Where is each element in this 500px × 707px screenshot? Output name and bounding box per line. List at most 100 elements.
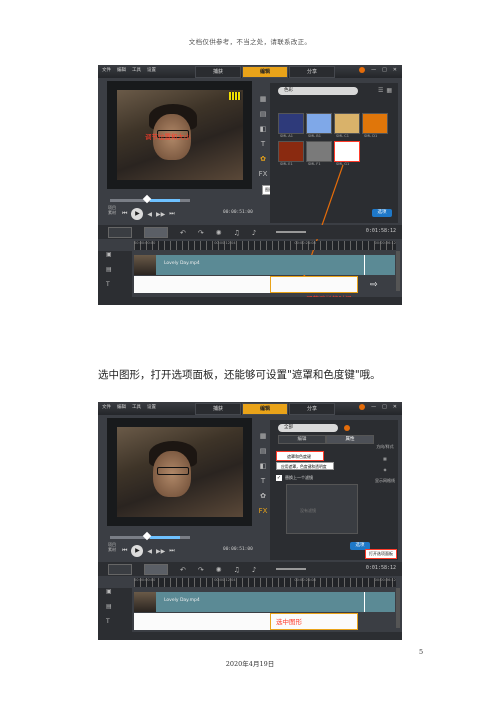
panel-tabs: 编辑 属性	[278, 435, 374, 444]
storyboard-view-button[interactable]	[108, 227, 132, 238]
video-track-icon[interactable]: ▣	[98, 251, 132, 266]
editor-screenshot-2: 文件 编辑 工具 设置 捕获 编辑 分享 — □ ✕ 项目 素材 ⏮ ▶ ◀ ▶…	[98, 402, 402, 640]
replace-filter-row: ✓ 替换上一个滤镜	[276, 475, 313, 481]
menu-settings[interactable]: 设置	[147, 404, 156, 410]
video-clip[interactable]: Lovely Day.mp4	[134, 592, 364, 612]
prev-frame-icon[interactable]: ◀	[147, 548, 152, 555]
editor-screenshot-1: 文件 编辑 工具 设置 捕获 编辑 分享 — □ ✕ 调节位置和大小 项目 素材	[98, 65, 402, 305]
timeline-view-button[interactable]	[144, 227, 168, 238]
mode-clip[interactable]: 素材	[108, 547, 116, 552]
clip-label: Lovely Day.mp4	[164, 261, 200, 266]
next-frame-icon[interactable]: ▶▶	[156, 548, 165, 555]
zoom-slider[interactable]	[276, 568, 306, 570]
undo-icon[interactable]: ↶	[180, 566, 186, 574]
ruler-label: 00:00:00:00	[134, 578, 156, 582]
footer-date: 2020年4月19日	[225, 660, 275, 668]
replace-filter-checkbox[interactable]: ✓	[276, 475, 282, 481]
timeline-toolbar: ↶ ↷ ✺ ♫ ♪ 0:01:58:12	[98, 225, 402, 239]
video-clip-tail[interactable]	[364, 255, 395, 275]
direction-style-controls: 方向/样式 ▦ ◈ 显示网格线	[374, 444, 396, 544]
ruler-labels: 00:00:00:00 00:00:12:04 00:00:24:08 00:0…	[134, 241, 396, 245]
record-icon[interactable]: ✺	[216, 229, 222, 237]
filter-list	[286, 484, 358, 534]
align-grid-icon[interactable]: ▦	[374, 456, 396, 461]
mask-chroma-key-button[interactable]: 遮罩和色度键	[276, 451, 324, 461]
tab-attribute[interactable]: 属性	[326, 435, 374, 444]
title-track-icon[interactable]: T	[98, 281, 132, 296]
clip-thumbnail	[134, 255, 156, 275]
redo-icon[interactable]: ↷	[198, 229, 204, 237]
ruler-label: 00:00:24:08	[294, 241, 316, 245]
panel-select[interactable]: 全部	[278, 424, 338, 432]
align-center-icon[interactable]: ◈	[374, 467, 396, 472]
menu-edit[interactable]: 编辑	[117, 404, 126, 410]
close-button[interactable]: ✕	[393, 404, 397, 410]
header-note: 文档仅供参考，不当之处，请联系改正。	[188, 38, 312, 46]
storyboard-view-button[interactable]	[108, 564, 132, 575]
media-icon[interactable]: ▦	[255, 432, 271, 440]
video-track-icon[interactable]: ▣	[98, 588, 132, 603]
instant-project-icon[interactable]: ▤	[255, 447, 271, 455]
replace-filter-label: 替换上一个滤镜	[285, 475, 313, 480]
timeline-scrollbar[interactable]	[396, 588, 400, 628]
to-start-icon[interactable]: ⏮	[122, 547, 127, 555]
step-capture[interactable]: 捕获	[195, 403, 241, 415]
maximize-button[interactable]: □	[382, 404, 387, 410]
timeline-scrollbar[interactable]	[396, 251, 400, 291]
video-frame[interactable]	[117, 427, 243, 517]
graphic-icon[interactable]: ✿	[255, 492, 271, 500]
trim-range[interactable]	[150, 536, 180, 539]
filter-icon[interactable]: FX	[255, 507, 271, 515]
help-icon[interactable]	[359, 404, 366, 410]
overlay-track-icon[interactable]: ▤	[98, 603, 132, 618]
ruler-labels: 00:00:00:00 00:00:12:04 00:00:24:08 00:0…	[134, 578, 396, 582]
mask-tooltip: 应用遮罩，色度键和透明度	[276, 462, 334, 470]
overlay-clip[interactable]	[134, 613, 271, 630]
minimize-button[interactable]: —	[371, 404, 376, 410]
direction-label: 方向/样式	[376, 444, 394, 449]
overlay-clip[interactable]	[134, 276, 271, 293]
tab-edit[interactable]: 编辑	[278, 435, 326, 444]
timeline-view-button[interactable]	[144, 564, 168, 575]
title-bar: 文件 编辑 工具 设置 捕获 编辑 分享 — □ ✕	[98, 402, 402, 415]
transition-icon[interactable]: ◧	[255, 462, 271, 470]
ruler-label: 00:00:24:08	[294, 578, 316, 582]
ruler-label: 00:00:00:00	[134, 241, 156, 245]
page-caption: 选中图形，打开选项面板，还能够可设置"遮罩和色度键"哦。	[98, 369, 381, 381]
audio-mixer-icon[interactable]: ♫	[234, 566, 240, 574]
scrubber[interactable]	[110, 531, 190, 541]
library-tools: ▦ ▤ ◧ T ✿ FX	[255, 432, 271, 552]
timecode[interactable]: 00:00:51:00	[223, 547, 253, 552]
track-headers: ▣ ▤ T	[98, 588, 132, 638]
play-button[interactable]: ▶	[131, 545, 144, 557]
workflow-steps: 捕获 编辑 分享	[195, 403, 336, 415]
gridline-label: 显示网格线	[375, 478, 395, 483]
step-edit[interactable]: 编辑	[242, 403, 288, 415]
project-duration: 0:01:58:12	[365, 228, 396, 234]
auto-music-icon[interactable]: ♪	[252, 229, 256, 237]
timeline-toolbar: ↶ ↷ ✺ ♫ ♪ 0:01:58:12	[98, 562, 402, 576]
clip-label: Lovely Day.mp4	[164, 598, 200, 603]
ruler-label: 00:00:12:04	[214, 241, 236, 245]
to-end-icon[interactable]: ⏭	[169, 547, 174, 555]
status-bar: ◀ ▶	[98, 297, 402, 305]
menu-file[interactable]: 文件	[102, 404, 111, 410]
menu-tools[interactable]: 工具	[132, 404, 141, 410]
record-icon[interactable]: ✺	[216, 566, 222, 574]
panel-badge-icon	[344, 425, 350, 431]
undo-icon[interactable]: ↶	[180, 229, 186, 237]
step-share[interactable]: 分享	[289, 403, 335, 415]
video-clip-tail[interactable]	[364, 592, 395, 612]
ruler-label: 00:00:36:12	[374, 241, 396, 245]
auto-music-icon[interactable]: ♪	[252, 566, 256, 574]
audio-mixer-icon[interactable]: ♫	[234, 229, 240, 237]
track-headers: ▣ ▤ T	[98, 251, 132, 301]
title-icon[interactable]: T	[255, 477, 271, 485]
overlay-track-icon[interactable]: ▤	[98, 266, 132, 281]
ruler-label: 00:00:36:12	[374, 578, 396, 582]
overlay-clip-selected[interactable]	[270, 276, 358, 293]
zoom-slider[interactable]	[276, 231, 306, 233]
title-track-icon[interactable]: T	[98, 618, 132, 633]
video-clip[interactable]: Lovely Day.mp4	[134, 255, 364, 275]
redo-icon[interactable]: ↷	[198, 566, 204, 574]
